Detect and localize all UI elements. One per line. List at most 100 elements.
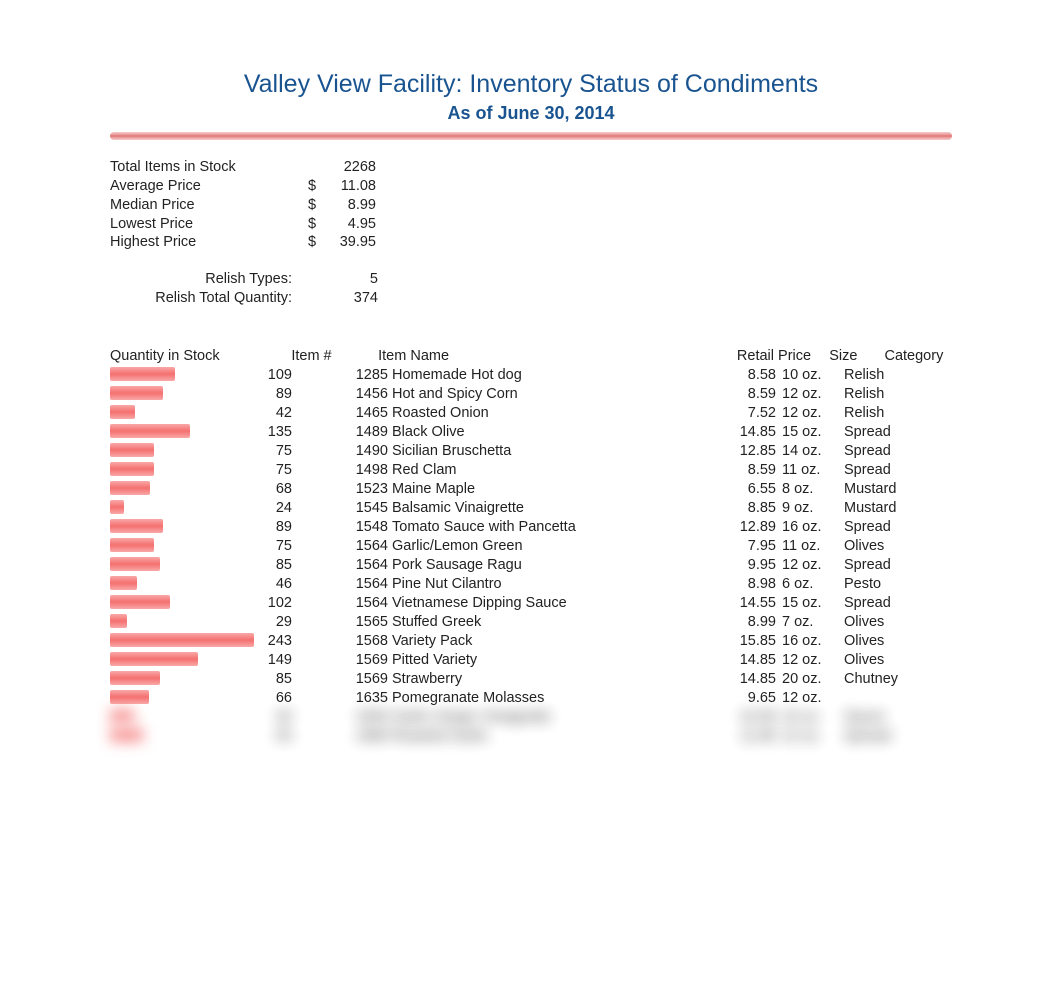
cell-size: 20 oz. (776, 670, 844, 689)
cell-qty: 29 (110, 613, 292, 632)
cell-size: 12 oz. (776, 385, 844, 404)
cell-price: 8.85 (652, 499, 776, 518)
cell-category: Relish (844, 404, 924, 423)
cell-price: 8.59 (652, 385, 776, 404)
cell-item: 1545 (292, 499, 388, 518)
page-title: Valley View Facility: Inventory Status o… (110, 70, 952, 99)
qty-bar (110, 462, 154, 476)
cell-size: 15 oz. (776, 423, 844, 442)
cell-price: 9.95 (652, 556, 776, 575)
qty-bar (110, 538, 154, 552)
table-header: Quantity in Stock Item # Item Name Retai… (110, 348, 952, 366)
cell-price: 6.55 (652, 480, 776, 499)
cell-item: 1635 (292, 689, 388, 708)
cell-qty: 24 (110, 499, 292, 518)
page-subtitle: As of June 30, 2014 (110, 103, 952, 124)
stat-median: Median Price $ 8.99 (110, 196, 952, 215)
table-row: 851564Pork Sausage Ragu9.9512 oz.Spread (110, 556, 952, 575)
cell-item: 1569 (292, 670, 388, 689)
table-row-blurred: 401650Garlic Ginger Vinaigrette10.9510 o… (110, 708, 952, 727)
cell-qty: 46 (110, 575, 292, 594)
cell-item: 1465 (292, 404, 388, 423)
qty-bar (110, 671, 160, 685)
cell-item: 1489 (292, 423, 388, 442)
summary-stats: Total Items in Stock 2268 Average Price … (110, 158, 952, 252)
relish-types: Relish Types: 5 (110, 270, 952, 289)
header-name: Item Name (378, 348, 737, 364)
cell-price: 12.85 (652, 442, 776, 461)
qty-bar (110, 595, 170, 609)
cell-price: 14.85 (652, 423, 776, 442)
table-row: 661635Pomegranate Molasses9.6512 oz. (110, 689, 952, 708)
cell-name: Pitted Variety (392, 651, 652, 670)
cell-qty: 42 (110, 404, 292, 423)
cell-category: Spread (844, 594, 924, 613)
cell-name: Black Olive (392, 423, 652, 442)
relish-qty: Relish Total Quantity: 374 (110, 289, 952, 308)
cell-name: Pine Nut Cilantro (392, 575, 652, 594)
cell-category: Mustard (844, 499, 924, 518)
qty-bar (110, 386, 163, 400)
divider-bar (110, 132, 952, 140)
stat-average: Average Price $ 11.08 (110, 177, 952, 196)
cell-item: 1548 (292, 518, 388, 537)
cell-category: Relish (844, 385, 924, 404)
cell-category: Spread (844, 518, 924, 537)
cell-size: 12 oz. (776, 651, 844, 670)
table-row: 241545Balsamic Vinaigrette8.859 oz.Musta… (110, 499, 952, 518)
cell-item: 1565 (292, 613, 388, 632)
cell-name: Balsamic Vinaigrette (392, 499, 652, 518)
cell-category: Spread (844, 423, 924, 442)
cell-size: 11 oz. (776, 461, 844, 480)
table-row: 681523Maine Maple6.558 oz.Mustard (110, 480, 952, 499)
cell-size: 12 oz. (776, 404, 844, 423)
qty-bar (110, 557, 160, 571)
header-item: Item # (291, 348, 339, 364)
cell-name: Strawberry (392, 670, 652, 689)
cell-category: Relish (844, 366, 924, 385)
cell-category: Spread (844, 442, 924, 461)
table-row: 751490Sicilian Bruschetta12.8514 oz.Spre… (110, 442, 952, 461)
cell-item: 1568 (292, 632, 388, 651)
cell-price: 14.55 (652, 594, 776, 613)
cell-category: Spread (844, 461, 924, 480)
qty-bar (110, 690, 149, 704)
qty-bar (110, 652, 198, 666)
qty-bar (110, 614, 127, 628)
cell-name: Stuffed Greek (392, 613, 652, 632)
qty-bar (110, 481, 150, 495)
cell-category: Pesto (844, 575, 924, 594)
table-row: 1351489Black Olive14.8515 oz.Spread (110, 423, 952, 442)
table-row: 1021564Vietnamese Dipping Sauce14.5515 o… (110, 594, 952, 613)
cell-item: 1490 (292, 442, 388, 461)
cell-category: Chutney (844, 670, 924, 689)
table-row: 1491569Pitted Variety14.8512 oz.Olives (110, 651, 952, 670)
cell-price: 15.85 (652, 632, 776, 651)
header-qty: Quantity in Stock (110, 348, 291, 364)
stat-highest: Highest Price $ 39.95 (110, 233, 952, 252)
table-row: 461564Pine Nut Cilantro8.986 oz.Pesto (110, 575, 952, 594)
cell-name: Vietnamese Dipping Sauce (392, 594, 652, 613)
cell-size: 12 oz. (776, 689, 844, 708)
relish-stats: Relish Types: 5 Relish Total Quantity: 3… (110, 270, 952, 308)
cell-item: 1564 (292, 575, 388, 594)
cell-name: Homemade Hot dog (392, 366, 652, 385)
qty-bar (110, 424, 190, 438)
table-row: 291565Stuffed Greek8.997 oz.Olives (110, 613, 952, 632)
cell-name: Maine Maple (392, 480, 652, 499)
cell-size: 6 oz. (776, 575, 844, 594)
cell-item: 1564 (292, 556, 388, 575)
table-row: 751564Garlic/Lemon Green7.9511 oz.Olives (110, 537, 952, 556)
cell-name: Tomato Sauce with Pancetta (392, 518, 652, 537)
cell-price: 12.89 (652, 518, 776, 537)
cell-category: Mustard (844, 480, 924, 499)
header-category: Category (884, 348, 952, 364)
cell-name: Hot and Spicy Corn (392, 385, 652, 404)
cell-name: Sicilian Bruschetta (392, 442, 652, 461)
table-row: 751498Red Clam8.5911 oz.Spread (110, 461, 952, 480)
cell-size: 11 oz. (776, 537, 844, 556)
cell-size: 10 oz. (776, 366, 844, 385)
cell-category (844, 689, 924, 708)
cell-size: 16 oz. (776, 518, 844, 537)
cell-price: 14.85 (652, 651, 776, 670)
